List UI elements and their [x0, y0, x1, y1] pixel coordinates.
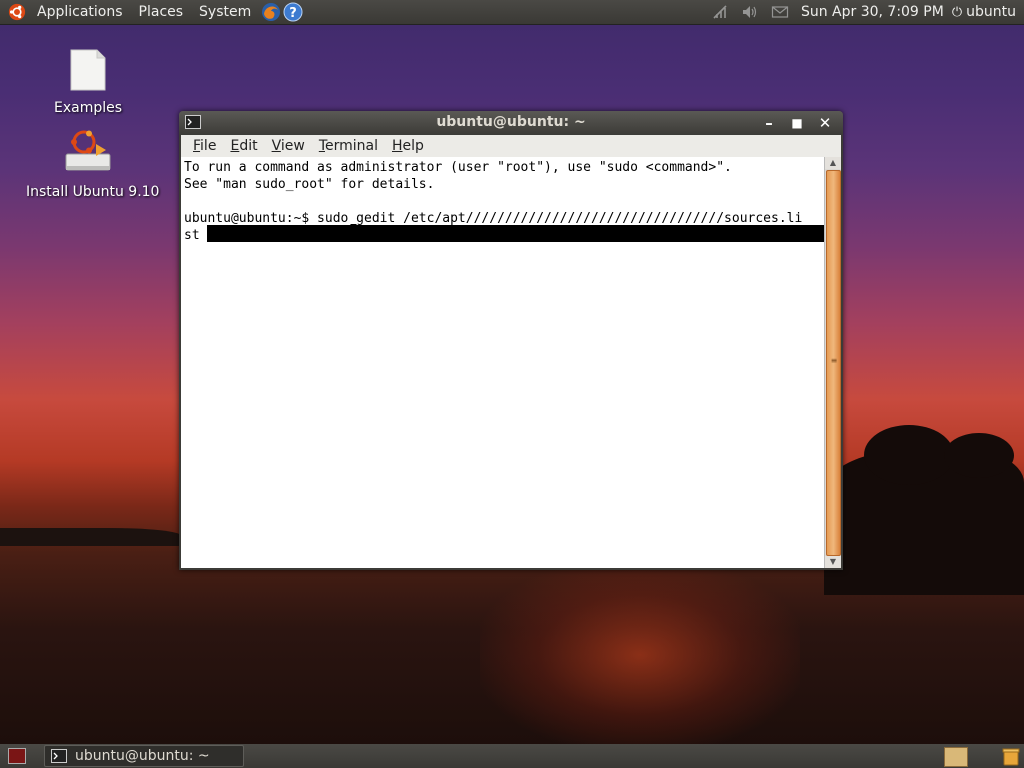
sea-reflection [480, 560, 800, 750]
tree-silhouette [824, 425, 1024, 595]
show-desktop-icon[interactable] [8, 748, 26, 764]
username-label: ubuntu [966, 4, 1016, 20]
top-panel: Applications Places System ? Sun Apr 30,… [0, 0, 1024, 24]
workspace-switcher[interactable] [944, 747, 968, 767]
menu-file[interactable]: File [181, 138, 223, 154]
notification-area: Sun Apr 30, 7:09 PM ⏻ ubuntu [705, 0, 1024, 24]
taskbar-label: ubuntu@ubuntu: ~ [75, 748, 210, 764]
desktop-icon-install-ubuntu[interactable]: Install Ubuntu 9.10 [26, 130, 160, 200]
firefox-icon[interactable] [261, 2, 281, 22]
scroll-down-arrow[interactable]: ▼ [825, 556, 841, 568]
terminal-output[interactable]: To run a command as administrator (user … [181, 157, 841, 568]
help-icon[interactable]: ? [283, 2, 303, 22]
close-button[interactable]: ✕ [815, 113, 835, 133]
mail-icon[interactable] [771, 3, 789, 21]
user-switcher[interactable]: ⏻ ubuntu [952, 4, 1016, 20]
scroll-grip-icon: ≡ [830, 356, 838, 365]
clock[interactable]: Sun Apr 30, 7:09 PM [801, 4, 944, 20]
terminal-line: ubuntu@ubuntu:~$ sudo gedit /etc/apt////… [184, 211, 803, 226]
menu-help[interactable]: Help [385, 138, 431, 154]
network-icon[interactable] [711, 3, 729, 21]
terminal-window: ubuntu@ubuntu: ~ – ■ ✕ File Edit View Te… [179, 111, 843, 570]
menu-edit[interactable]: Edit [223, 138, 264, 154]
system-menu[interactable]: System [191, 0, 259, 24]
document-icon [70, 49, 106, 91]
terminal-line: st [184, 228, 208, 243]
places-menu[interactable]: Places [131, 0, 192, 24]
desktop-icon-label: Examples [53, 100, 123, 116]
terminal-line: See "man sudo_root" for details. [184, 177, 435, 192]
main-menu-bar: Applications Places System ? [0, 0, 303, 24]
svg-text:?: ? [289, 6, 297, 21]
menu-view[interactable]: View [265, 138, 312, 154]
ubuntu-logo-icon[interactable] [8, 3, 26, 21]
minimize-button[interactable]: – [759, 113, 779, 133]
ibeam-cursor: I [349, 221, 359, 239]
terminal-text: To run a command as administrator (user … [184, 159, 824, 244]
install-icon [65, 130, 111, 171]
bottom-panel: ubuntu@ubuntu: ~ [0, 744, 1024, 768]
desktop-icon-label: Install Ubuntu 9.10 [26, 184, 160, 200]
applications-menu[interactable]: Applications [29, 0, 131, 24]
scroll-thumb[interactable]: ≡ [826, 170, 841, 556]
terminal-scrollbar[interactable]: ▲ ≡ ▼ [824, 157, 841, 568]
maximize-button[interactable]: ■ [787, 113, 807, 133]
terminal-line: To run a command as administrator (user … [184, 160, 732, 175]
far-shoreline [0, 528, 180, 546]
power-icon: ⏻ [951, 4, 963, 20]
desktop-icon-examples[interactable]: Examples [52, 48, 124, 116]
taskbar-terminal-button[interactable]: ubuntu@ubuntu: ~ [44, 745, 244, 767]
scroll-up-arrow[interactable]: ▲ [825, 157, 841, 169]
terminal-icon [51, 749, 67, 763]
window-title: ubuntu@ubuntu: ~ [436, 114, 586, 130]
trash-icon[interactable] [1002, 746, 1020, 766]
window-titlebar[interactable]: ubuntu@ubuntu: ~ – ■ ✕ [179, 111, 843, 135]
volume-icon[interactable] [741, 3, 759, 21]
menu-terminal[interactable]: Terminal [312, 138, 385, 154]
terminal-menubar: File Edit View Terminal Help [181, 135, 841, 157]
